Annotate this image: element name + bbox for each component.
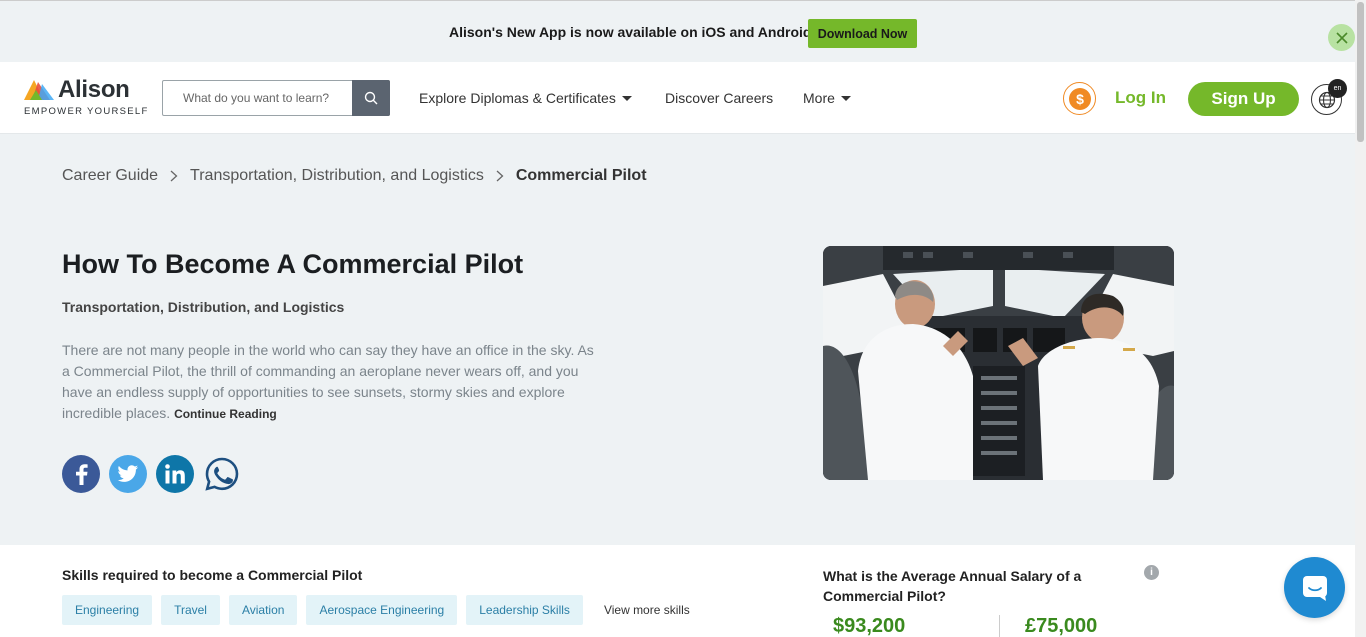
dollar-icon: $ xyxy=(1068,87,1091,110)
download-now-button[interactable]: Download Now xyxy=(808,19,917,48)
salary-divider xyxy=(999,615,1000,637)
breadcrumb-category[interactable]: Transportation, Distribution, and Logist… xyxy=(190,167,484,185)
breadcrumb-current: Commercial Pilot xyxy=(515,167,647,184)
scrollbar-thumb[interactable] xyxy=(1357,2,1364,142)
share-twitter-button[interactable] xyxy=(109,455,147,493)
career-description: There are not many people in the world w… xyxy=(62,340,597,425)
salary-usd: $93,200 xyxy=(833,615,906,637)
page-title: How To Become A Commercial Pilot xyxy=(62,249,524,279)
language-badge: en xyxy=(1328,79,1347,98)
career-description-text: There are not many people in the world w… xyxy=(62,342,594,421)
logo-wordmark: Alison xyxy=(58,76,130,103)
close-banner-button[interactable] xyxy=(1328,24,1355,51)
facebook-icon xyxy=(76,464,88,485)
app-banner: Alison's New App is now available on iOS… xyxy=(0,0,1355,62)
alison-logo[interactable]: Alison EMPOWER YOURSELF xyxy=(24,76,149,120)
search-button[interactable] xyxy=(352,80,390,116)
nav-careers-label: Discover Careers xyxy=(665,90,774,106)
nav-discover-careers[interactable]: Discover Careers xyxy=(665,90,773,106)
salary-question: What is the Average Annual Salary of a C… xyxy=(823,568,1082,604)
share-facebook-button[interactable] xyxy=(62,455,100,493)
share-whatsapp-button[interactable] xyxy=(203,455,241,493)
skills-title: Skills required to become a Commercial P… xyxy=(62,567,363,583)
nav-explore-label: Explore Diplomas & Certificates xyxy=(419,90,616,106)
chevron-down-icon xyxy=(840,95,851,101)
continue-reading-link[interactable]: Continue Reading xyxy=(174,407,277,421)
search-box xyxy=(162,80,390,116)
career-category: Transportation, Distribution, and Logist… xyxy=(62,299,345,315)
view-more-skills-link[interactable]: View more skills xyxy=(604,603,690,617)
premium-coin-button[interactable]: $ xyxy=(1063,82,1096,115)
whatsapp-icon xyxy=(205,457,239,491)
search-icon xyxy=(364,91,378,105)
linkedin-icon xyxy=(165,464,185,484)
chevron-right-icon xyxy=(170,170,178,182)
banner-message: Alison's New App is now available on iOS… xyxy=(449,24,817,40)
alison-logo-icon xyxy=(24,80,54,100)
info-icon[interactable]: i xyxy=(1144,565,1159,580)
skill-chip[interactable]: Aviation xyxy=(228,595,298,625)
nav-more-label: More xyxy=(803,90,835,106)
skill-chip[interactable]: Engineering xyxy=(62,595,153,625)
twitter-icon xyxy=(117,465,138,482)
nav-more[interactable]: More xyxy=(803,90,851,106)
skills-list: Engineering Travel Aviation Aerospace En… xyxy=(62,595,690,625)
skill-chip[interactable]: Aerospace Engineering xyxy=(306,595,458,625)
share-linkedin-button[interactable] xyxy=(156,455,194,493)
logo-tagline: EMPOWER YOURSELF xyxy=(24,106,149,117)
breadcrumb-career-guide[interactable]: Career Guide xyxy=(62,167,158,185)
chevron-right-icon xyxy=(496,170,504,182)
career-hero-image xyxy=(823,246,1174,480)
breadcrumb: Career Guide Transportation, Distributio… xyxy=(62,167,647,185)
svg-text:$: $ xyxy=(1076,91,1084,107)
skill-chip[interactable]: Travel xyxy=(161,595,220,625)
chat-icon xyxy=(1302,575,1327,601)
site-header: Alison EMPOWER YOURSELF Explore Diplomas… xyxy=(0,62,1355,134)
chevron-down-icon xyxy=(621,95,632,101)
chat-launcher-button[interactable] xyxy=(1284,557,1345,618)
login-link[interactable]: Log In xyxy=(1115,88,1166,108)
nav-explore-diplomas[interactable]: Explore Diplomas & Certificates xyxy=(419,90,632,106)
cockpit-pilots-image xyxy=(823,246,1174,480)
salary-gbp: £75,000 xyxy=(1025,615,1098,637)
close-icon xyxy=(1335,31,1348,44)
search-input[interactable] xyxy=(163,81,353,115)
signup-button[interactable]: Sign Up xyxy=(1188,82,1299,116)
career-details-section: Skills required to become a Commercial P… xyxy=(0,545,1355,637)
page-scrollbar[interactable] xyxy=(1355,0,1366,637)
skill-chip[interactable]: Leadership Skills xyxy=(466,595,583,625)
